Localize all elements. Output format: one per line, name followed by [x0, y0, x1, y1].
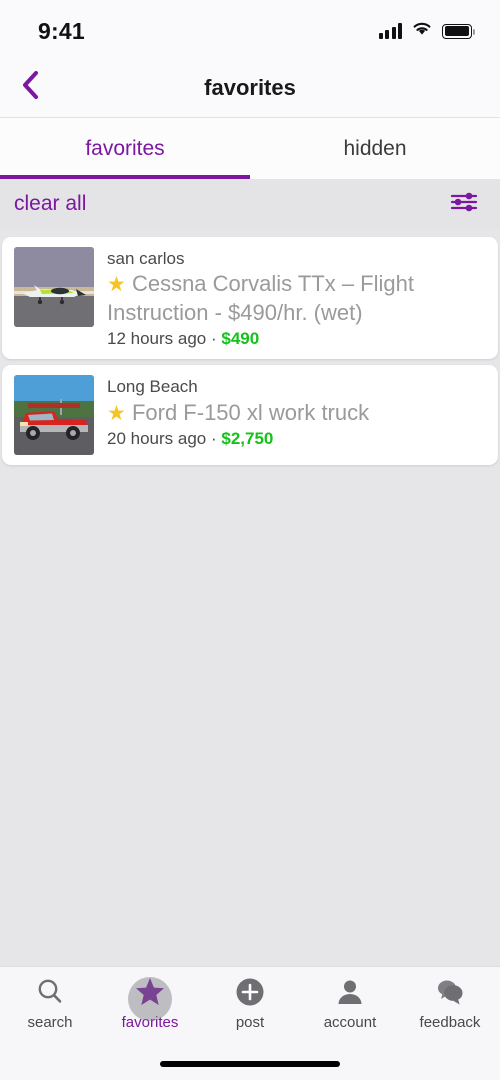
listing-title-text: Cessna Corvalis TTx – Flight Instruction… — [107, 271, 414, 326]
nav-item-feedback[interactable]: feedback — [400, 975, 500, 1031]
nav-item-favorites[interactable]: favorites — [100, 975, 200, 1031]
bottom-navigation: search favorites post account feedback — [0, 966, 500, 1048]
listing-title-text: Ford F-150 xl work truck — [131, 399, 370, 425]
status-bar-time: 9:41 — [38, 17, 85, 44]
action-toolbar: clear all — [0, 179, 500, 229]
nav-item-account[interactable]: account — [300, 975, 400, 1031]
listing-meta: 20 hours ago · $2,750 — [107, 429, 488, 449]
nav-item-post[interactable]: post — [200, 975, 300, 1031]
listing-location: san carlos — [107, 249, 185, 268]
list-item[interactable]: san carlos ★ Cessna Corvalis TTx – Fligh… — [2, 237, 498, 360]
home-indicator-area — [0, 1048, 500, 1080]
app-screen: 9:41 favorites favorites hidden clear al… — [0, 0, 500, 1080]
nav-item-search[interactable]: search — [0, 975, 100, 1031]
listing-meta-separator: · — [210, 429, 217, 449]
listing-meta-separator: · — [210, 329, 217, 349]
clear-all-button[interactable]: clear all — [14, 192, 86, 216]
speech-bubbles-icon — [434, 975, 466, 1009]
status-bar: 9:41 — [0, 0, 500, 58]
listing-details: san carlos ★ Cessna Corvalis TTx – Fligh… — [107, 247, 488, 349]
star-icon — [134, 975, 166, 1009]
listing-thumbnail-truck — [14, 375, 94, 456]
listing-location: Long Beach — [107, 377, 198, 397]
nav-label-search: search — [27, 1014, 73, 1031]
tab-favorites[interactable]: favorites — [0, 118, 250, 179]
battery-full-icon — [442, 23, 476, 39]
plus-circle-icon — [234, 975, 266, 1009]
page-title: favorites — [204, 74, 296, 100]
listing-posted-time: 20 hours ago — [107, 429, 207, 449]
listing-meta: 12 hours ago · $490 — [107, 329, 488, 349]
magnifier-icon — [35, 975, 65, 1009]
listing-posted-time: 12 hours ago — [107, 329, 207, 349]
favorites-list: san carlos ★ Cessna Corvalis TTx – Fligh… — [0, 229, 500, 966]
listing-details: Long Beach ★ Ford F-150 xl work truck 20… — [107, 375, 488, 455]
nav-label-account: account — [323, 1014, 377, 1031]
nav-label-feedback: feedback — [419, 1014, 481, 1031]
favorite-star-icon: ★ — [107, 401, 126, 425]
listing-title: ★ Cessna Corvalis TTx – Flight Instructi… — [107, 270, 488, 327]
home-indicator[interactable] — [160, 1061, 340, 1067]
nav-header: favorites — [0, 58, 500, 118]
chevron-left-icon — [19, 70, 41, 105]
person-icon — [335, 975, 365, 1009]
nav-label-post: post — [235, 1014, 265, 1031]
filter-button[interactable] — [444, 187, 484, 221]
listing-title: ★ Ford F-150 xl work truck — [107, 399, 488, 428]
listing-price: $2,750 — [221, 429, 274, 449]
back-button[interactable] — [0, 58, 60, 118]
status-bar-icons — [378, 20, 476, 42]
nav-label-favorites: favorites — [121, 1014, 179, 1031]
listing-thumbnail-airplane — [14, 247, 94, 327]
tab-bar: favorites hidden — [0, 118, 500, 179]
list-item[interactable]: Long Beach ★ Ford F-150 xl work truck 20… — [2, 365, 498, 466]
tab-hidden[interactable]: hidden — [250, 118, 500, 179]
cellular-signal-icon — [378, 23, 402, 39]
wifi-icon — [411, 20, 433, 42]
favorite-star-icon: ★ — [107, 273, 126, 297]
listing-price: $490 — [221, 329, 260, 349]
sliders-filter-icon — [449, 190, 479, 219]
